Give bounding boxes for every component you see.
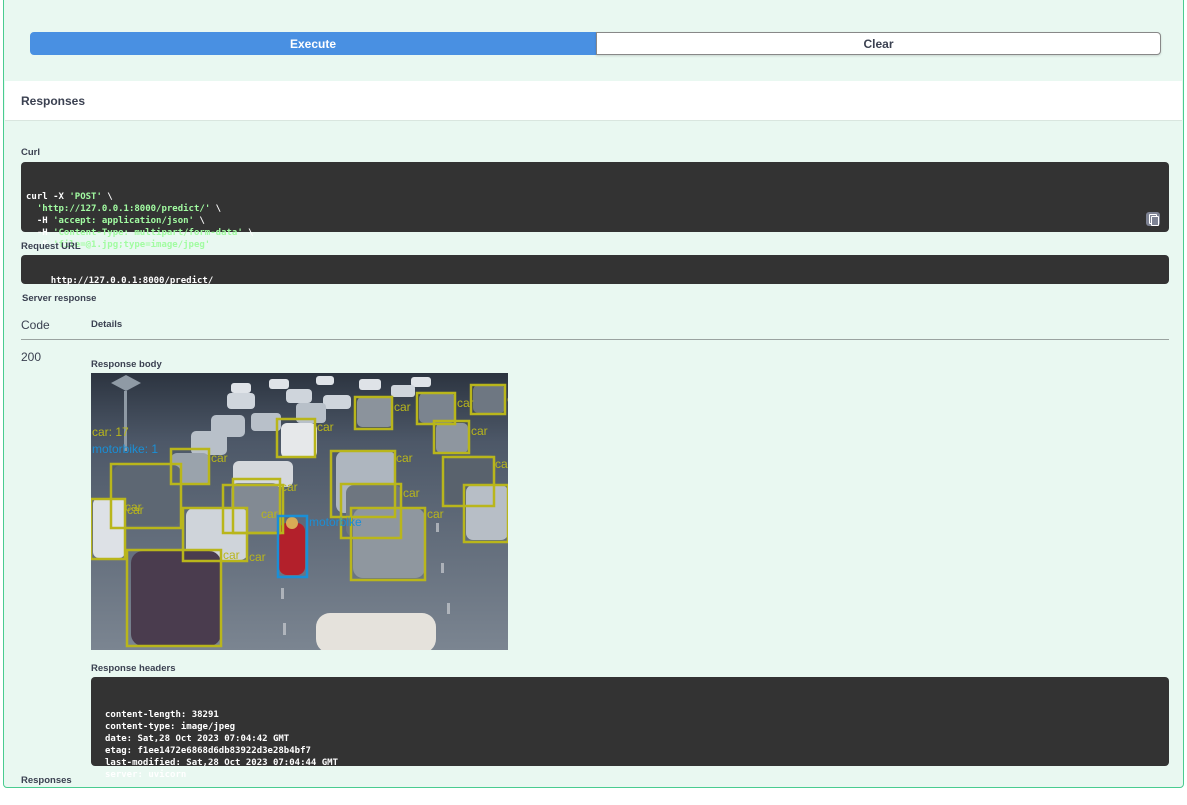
curl-line: 'http://127.0.0.1:8000/predict/' \ bbox=[26, 203, 1169, 215]
curl-string: 'POST' bbox=[69, 192, 102, 202]
response-header-line: last-modified: Sat,28 Oct 2023 07:04:44 … bbox=[105, 758, 338, 768]
car-detection-label: car bbox=[249, 550, 266, 564]
response-header-line: content-type: image/jpeg bbox=[105, 722, 236, 732]
car-detection-label: car bbox=[457, 396, 474, 410]
motorbike-detection-label: motorbike bbox=[309, 515, 362, 529]
responses-header: Responses bbox=[5, 81, 1182, 121]
car-detection-label: car bbox=[281, 480, 298, 494]
request-url-value: http://127.0.0.1:8000/predict/ bbox=[50, 276, 214, 286]
responses-footer-label: Responses bbox=[21, 775, 72, 786]
car-detection-label: car bbox=[396, 451, 413, 465]
car-detection-label: car bbox=[471, 424, 488, 438]
curl-token: curl -X bbox=[26, 192, 70, 202]
response-header-line: content-length: 38291 bbox=[105, 710, 219, 720]
car-detection-label: car bbox=[211, 451, 228, 465]
clear-button[interactable]: Clear bbox=[596, 32, 1161, 55]
execute-button[interactable]: Execute bbox=[30, 32, 596, 55]
curl-string: 'http://127.0.0.1:8000/predict/' bbox=[36, 204, 211, 214]
curl-code-block[interactable]: curl -X 'POST' \ 'http://127.0.0.1:8000/… bbox=[21, 162, 1169, 250]
details-column-header: Details bbox=[91, 319, 123, 330]
response-image: carcarcarcarcarcarcarcarcarcarcarcarcarc… bbox=[91, 373, 508, 650]
curl-string: 'Content-Type: multipart/form-data' bbox=[53, 228, 243, 238]
curl-token: \ bbox=[242, 228, 254, 238]
curl-string: 'accept: application/json' bbox=[53, 216, 194, 226]
code-column-header: Code bbox=[21, 318, 50, 332]
car-detection-label: car bbox=[394, 400, 411, 414]
car-detection-label: car bbox=[317, 420, 334, 434]
car-detection-label: car bbox=[427, 507, 444, 521]
response-headers-list: content-length: 38291 content-type: image… bbox=[105, 709, 1169, 781]
curl-token: -H bbox=[26, 228, 54, 238]
copy-to-clipboard-icon[interactable] bbox=[1146, 212, 1160, 226]
curl-line: -H 'accept: application/json' \ bbox=[26, 215, 1169, 227]
car-detection-label: car bbox=[495, 457, 508, 471]
operation-block: Execute Clear Responses Curl curl -X 'PO… bbox=[3, 0, 1184, 788]
curl-line: -F 'file=@1.jpg;type=image/jpeg' bbox=[26, 239, 1169, 251]
curl-label: Curl bbox=[21, 147, 40, 158]
motorbike-count-text: motorbike: 1 bbox=[92, 442, 158, 456]
response-headers-block[interactable]: content-length: 38291 content-type: image… bbox=[91, 677, 1169, 780]
response-headers-label: Response headers bbox=[91, 663, 176, 674]
curl-token: \ bbox=[193, 216, 205, 226]
car-detection-label: car bbox=[507, 392, 508, 406]
request-url-label: Request URL bbox=[21, 241, 81, 252]
curl-token: -H bbox=[26, 216, 54, 226]
request-url-block[interactable]: http://127.0.0.1:8000/predict/ bbox=[21, 255, 1169, 286]
response-header-line: etag: f1ee1472e6868d6db83922d3e28b4bf7 bbox=[105, 746, 311, 756]
response-header-line: date: Sat,28 Oct 2023 07:04:42 GMT bbox=[105, 734, 290, 744]
curl-token: \ bbox=[210, 204, 222, 214]
car-detection-label: car bbox=[223, 548, 240, 562]
response-body-label: Response body bbox=[91, 359, 162, 370]
curl-line: -H 'Content-Type: multipart/form-data' \ bbox=[26, 227, 1169, 239]
detection-image: carcarcarcarcarcarcarcarcarcarcarcarcarc… bbox=[91, 373, 508, 650]
car-count-text: car: 17 bbox=[92, 425, 129, 439]
curl-token: \ bbox=[101, 192, 113, 202]
responses-title: Responses bbox=[21, 94, 86, 108]
execute-wrapper: Execute Clear bbox=[30, 32, 1161, 56]
table-divider bbox=[21, 339, 1169, 340]
response-code: 200 bbox=[21, 350, 42, 364]
curl-token bbox=[26, 204, 37, 214]
curl-line: curl -X 'POST' \ bbox=[26, 191, 1169, 203]
response-header-line: server: uvicorn bbox=[105, 770, 187, 780]
car-detection-label: car bbox=[127, 503, 144, 517]
car-detection-label: car bbox=[261, 507, 278, 521]
curl-command: curl -X 'POST' \ 'http://127.0.0.1:8000/… bbox=[26, 191, 1169, 251]
server-response-label: Server response bbox=[22, 293, 97, 304]
car-detection-label: car bbox=[403, 486, 420, 500]
